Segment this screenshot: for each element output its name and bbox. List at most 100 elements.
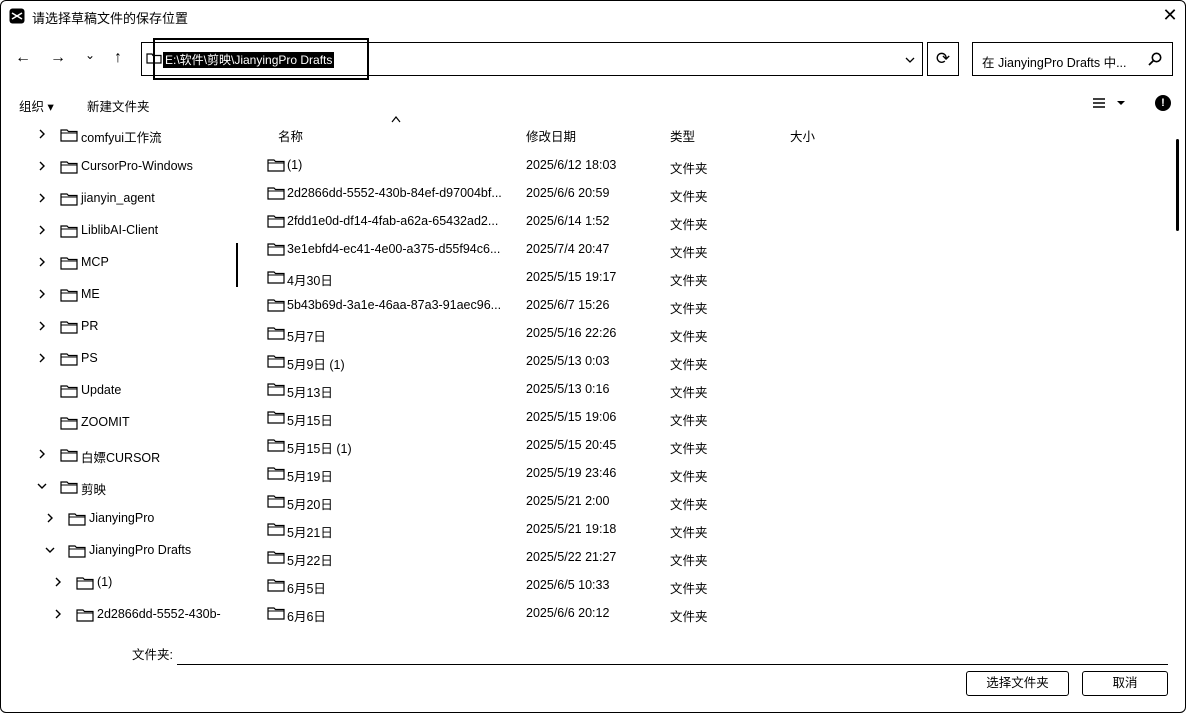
nav-tree-item[interactable]: JianyingPro Drafts <box>1 535 235 567</box>
file-row[interactable]: (1) 2025/6/12 18:03 文件夹 <box>259 152 1159 180</box>
nav-tree-item-label: CursorPro-Windows <box>81 159 193 173</box>
select-folder-button[interactable]: 选择文件夹 <box>966 671 1069 696</box>
pane-scrollbar[interactable] <box>236 243 238 287</box>
folder-icon <box>68 512 86 526</box>
nav-tree-item[interactable]: MCP <box>1 247 235 279</box>
chevron-right-icon[interactable] <box>52 608 64 620</box>
folder-icon <box>60 192 78 206</box>
close-button[interactable]: ✕ <box>1159 5 1181 27</box>
cancel-button[interactable]: 取消 <box>1082 671 1168 696</box>
column-header-type[interactable]: 类型 <box>670 126 695 145</box>
chevron-right-icon[interactable] <box>36 192 48 204</box>
file-row[interactable]: 4月30日 2025/5/15 19:17 文件夹 <box>259 264 1159 292</box>
file-row[interactable]: 5b43b69d-3a1e-46aa-87a3-91aec96... 2025/6… <box>259 292 1159 320</box>
nav-tree-item-label: JianyingPro <box>89 511 155 525</box>
folder-icon <box>267 186 285 200</box>
recent-locations-button[interactable]: ⌄ <box>77 43 103 69</box>
chevron-right-icon[interactable] <box>36 256 48 268</box>
file-row[interactable]: 6月6日 2025/6/6 20:12 文件夹 <box>259 600 1159 628</box>
chevron-right-icon[interactable] <box>36 288 48 300</box>
folder-name-input[interactable] <box>177 639 1168 665</box>
folder-icon <box>267 158 285 172</box>
file-name: 5月21日 <box>287 526 333 540</box>
file-name: 6月6日 <box>287 610 326 624</box>
nav-tree-item[interactable]: (1) <box>1 567 235 599</box>
chevron-right-icon[interactable] <box>36 128 48 140</box>
file-modified: 2025/6/6 20:12 <box>526 606 610 620</box>
file-row[interactable]: 5月19日 2025/5/19 23:46 文件夹 <box>259 460 1159 488</box>
file-row[interactable]: 5月9日 (1) 2025/5/13 0:03 文件夹 <box>259 348 1159 376</box>
nav-tree-item-label: comfyui工作流 <box>81 131 162 145</box>
nav-tree-item[interactable]: CursorPro-Windows <box>1 151 235 183</box>
back-button[interactable]: ← <box>10 46 36 72</box>
search-icon[interactable] <box>1147 51 1163 67</box>
file-modified: 2025/5/19 23:46 <box>526 466 617 480</box>
chevron-down-icon[interactable] <box>44 544 56 556</box>
chevron-right-icon[interactable] <box>36 224 48 236</box>
nav-tree-item[interactable]: 白嫖CURSOR <box>1 439 235 471</box>
file-row[interactable]: 5月22日 2025/5/22 21:27 文件夹 <box>259 544 1159 572</box>
nav-tree-item[interactable]: jianyin_agent <box>1 183 235 215</box>
file-row[interactable]: 5月15日 2025/5/15 19:06 文件夹 <box>259 404 1159 432</box>
file-row[interactable]: 5月13日 2025/5/13 0:16 文件夹 <box>259 376 1159 404</box>
file-type: 文件夹 <box>670 246 708 260</box>
nav-tree-item[interactable]: comfyui工作流 <box>1 119 235 151</box>
nav-tree-item-label: JianyingPro Drafts <box>89 543 192 557</box>
chevron-right-icon[interactable] <box>36 160 48 172</box>
help-icon[interactable]: ! <box>1155 95 1171 111</box>
file-row[interactable]: 2d2866dd-5552-430b-84ef-d97004bf... 2025/… <box>259 180 1159 208</box>
nav-tree-item[interactable]: ME <box>1 279 235 311</box>
folder-icon <box>267 270 285 284</box>
nav-tree-item-label: (1) <box>97 575 113 589</box>
file-type: 文件夹 <box>670 442 708 456</box>
forward-button[interactable]: → <box>45 46 71 72</box>
new-folder-button[interactable]: 新建文件夹 <box>87 96 150 115</box>
file-row[interactable]: 2fdd1e0d-df14-4fab-a62a-65432ad2... 2025/… <box>259 208 1159 236</box>
file-row[interactable]: 5月20日 2025/5/21 2:00 文件夹 <box>259 488 1159 516</box>
file-row[interactable]: 6月5日 2025/6/5 10:33 文件夹 <box>259 572 1159 600</box>
chevron-right-icon[interactable] <box>36 352 48 364</box>
folder-icon <box>60 320 78 334</box>
file-name: 5月7日 <box>287 330 326 344</box>
chevron-right-icon[interactable] <box>52 576 64 588</box>
nav-tree-item[interactable]: PS <box>1 343 235 375</box>
nav-tree-item[interactable]: 2d2866dd-5552-430b- <box>1 599 235 631</box>
nav-tree-item[interactable]: LiblibAI-Client <box>1 215 235 247</box>
folder-icon <box>267 550 285 564</box>
file-row[interactable]: 5月7日 2025/5/16 22:26 文件夹 <box>259 320 1159 348</box>
file-row[interactable]: 3e1ebfd4-ec41-4e00-a375-d55f94c6... 2025/… <box>259 236 1159 264</box>
file-type: 文件夹 <box>670 218 708 232</box>
column-header-modified[interactable]: 修改日期 <box>526 126 576 145</box>
up-button[interactable]: ↑ <box>105 46 131 72</box>
file-modified: 2025/6/12 18:03 <box>526 158 617 172</box>
file-name: 3e1ebfd4-ec41-4e00-a375-d55f94c6... <box>287 242 501 256</box>
file-row[interactable]: 5月15日 (1) 2025/5/15 20:45 文件夹 <box>259 432 1159 460</box>
nav-tree-item[interactable]: 剪映 <box>1 471 235 503</box>
nav-tree-item[interactable]: PR <box>1 311 235 343</box>
address-path[interactable]: E:\软件\剪映\JianyingPro Drafts <box>163 52 335 68</box>
view-options-button[interactable] <box>1091 94 1127 112</box>
file-type: 文件夹 <box>670 162 708 176</box>
column-header-size[interactable]: 大小 <box>790 126 815 145</box>
file-type: 文件夹 <box>670 526 708 540</box>
file-type: 文件夹 <box>670 554 708 568</box>
file-row[interactable]: 5月21日 2025/5/21 19:18 文件夹 <box>259 516 1159 544</box>
refresh-button[interactable]: ⟳ <box>927 42 959 76</box>
nav-tree-item[interactable]: ZOOMIT <box>1 407 235 439</box>
chevron-right-icon[interactable] <box>44 512 56 524</box>
nav-tree-item-label: 2d2866dd-5552-430b- <box>97 607 221 621</box>
nav-tree-item[interactable]: JianyingPro <box>1 503 235 535</box>
search-input[interactable]: 在 JianyingPro Drafts 中... <box>982 52 1140 71</box>
folder-icon <box>60 256 78 270</box>
nav-tree-item[interactable]: Update <box>1 375 235 407</box>
organize-menu[interactable]: 组织 ▾ <box>19 96 54 115</box>
chevron-right-icon[interactable] <box>36 320 48 332</box>
file-type: 文件夹 <box>670 470 708 484</box>
folder-icon <box>267 326 285 340</box>
chevron-down-icon[interactable] <box>36 480 48 492</box>
chevron-right-icon[interactable] <box>36 448 48 460</box>
file-name: 5月15日 <box>287 414 333 428</box>
file-list-scrollbar[interactable] <box>1176 139 1179 231</box>
chevron-down-icon[interactable] <box>899 47 921 73</box>
column-header-name[interactable]: 名称 <box>278 126 303 145</box>
